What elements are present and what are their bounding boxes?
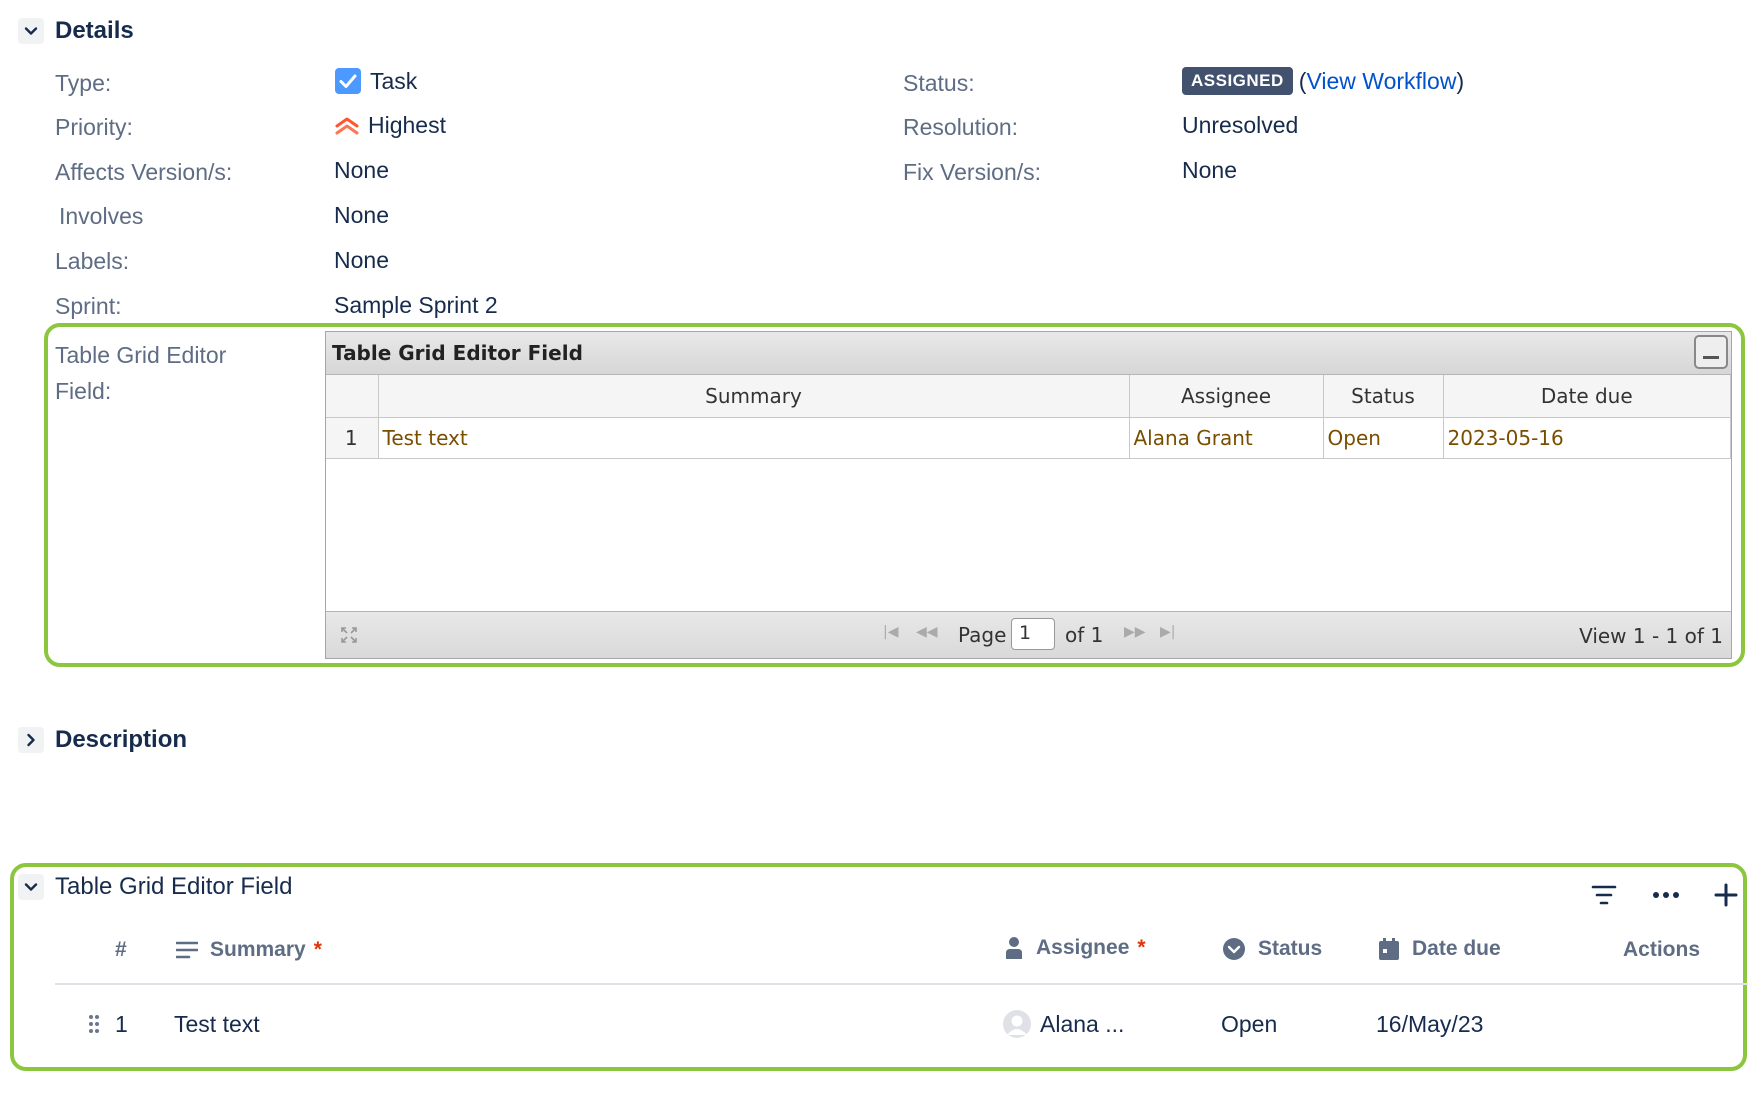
tge-section-title: Table Grid Editor Field — [55, 873, 293, 900]
minimize-grid-button[interactable] — [1694, 335, 1728, 369]
priority-value-text: Highest — [368, 112, 446, 138]
involves-value: None — [334, 202, 389, 228]
priority-label: Priority: — [55, 114, 133, 140]
workflow-paren-open: ( — [1298, 67, 1307, 94]
priority-value: Highest — [334, 112, 446, 139]
description-collapse-toggle[interactable] — [18, 727, 44, 753]
col-header-assignee[interactable]: Assignee — [1129, 375, 1324, 418]
chevron-right-icon — [27, 733, 35, 747]
page-total-label: of 1 — [1065, 623, 1104, 647]
legacy-grid-header-row: Summary Assignee Status Date due — [326, 375, 1731, 418]
chevron-down-icon — [24, 27, 38, 35]
fix-version-value: None — [1182, 157, 1237, 183]
status-value: ASSIGNED ( View Workflow ) — [1182, 67, 1464, 95]
tge-field-label: Table Grid Editor Field: — [55, 337, 226, 409]
col-header-date-due[interactable]: Date due — [1443, 375, 1731, 418]
details-title: Details — [55, 17, 134, 44]
next-page-icon[interactable]: ▶▶ — [1124, 624, 1146, 640]
assignee-header-text: Assignee — [1036, 936, 1130, 959]
description-title: Description — [55, 726, 188, 753]
col-header-hash: # — [115, 938, 127, 961]
col-header-date-modern[interactable]: Date due — [1378, 937, 1501, 961]
view-workflow-link[interactable]: View Workflow — [1306, 68, 1456, 95]
required-marker: * — [313, 938, 322, 961]
labels-value: None — [334, 247, 389, 273]
status-badge: ASSIGNED — [1182, 67, 1293, 95]
expand-icon[interactable] — [340, 626, 358, 644]
tge-collapse-toggle[interactable] — [18, 874, 44, 900]
sprint-label: Sprint: — [55, 293, 122, 319]
calendar-icon — [1379, 938, 1399, 960]
cell-status-modern[interactable]: Open — [1221, 1011, 1277, 1038]
type-label: Type: — [55, 70, 112, 96]
cell-status[interactable]: Open — [1323, 417, 1444, 459]
resolution-label: Resolution: — [903, 114, 1019, 140]
type-value: Task — [334, 67, 417, 95]
status-label: Status: — [903, 70, 975, 96]
type-value-text: Task — [370, 67, 418, 94]
legacy-grid-caption: Table Grid Editor Field — [326, 332, 1731, 375]
col-header-status[interactable]: Status — [1323, 375, 1444, 418]
add-row-icon[interactable] — [1714, 883, 1738, 907]
filter-icon[interactable] — [1591, 884, 1617, 906]
details-collapse-toggle[interactable] — [18, 18, 44, 44]
table-row[interactable]: 1 Test text Alana Grant Open 2023-05-16 — [326, 417, 1731, 459]
row-index: 1 — [115, 1011, 128, 1037]
header-divider — [55, 983, 1748, 985]
affects-version-value: None — [334, 157, 389, 183]
summary-header-text: Summary — [210, 938, 306, 961]
page-number-input[interactable]: 1 — [1011, 618, 1055, 650]
person-icon — [1006, 937, 1022, 959]
workflow-paren-close: ) — [1456, 67, 1465, 94]
status-chevron-icon — [1223, 938, 1245, 960]
prev-page-icon[interactable]: ◀◀ — [916, 624, 938, 640]
text-lines-icon — [176, 941, 198, 959]
task-checkbox-icon — [335, 68, 361, 94]
fix-version-label: Fix Version/s: — [903, 159, 1042, 185]
col-header-summary[interactable]: Summary — [378, 375, 1130, 418]
more-options-icon[interactable] — [1652, 890, 1680, 900]
col-header-status-modern[interactable]: Status — [1222, 937, 1322, 961]
cell-summary[interactable]: Test text — [378, 417, 1130, 459]
date-header-text: Date due — [1412, 937, 1501, 960]
resolution-value: Unresolved — [1182, 112, 1299, 138]
legacy-grid-caption-text: Table Grid Editor Field — [332, 341, 583, 365]
cell-summary-modern[interactable]: Test text — [174, 1011, 260, 1038]
view-range-label: View 1 - 1 of 1 — [1579, 624, 1723, 648]
involves-label: Involves — [59, 203, 144, 229]
assignee-name: Alana ... — [1040, 1010, 1125, 1037]
col-header-rownum — [326, 375, 379, 418]
labels-label: Labels: — [55, 248, 130, 274]
chevron-down-icon — [24, 883, 38, 891]
cell-date-due[interactable]: 2023-05-16 — [1443, 417, 1731, 459]
cell-assignee-modern[interactable]: Alana ... — [1002, 1009, 1124, 1039]
avatar — [1003, 1010, 1031, 1038]
row-number: 1 — [326, 417, 379, 459]
status-header-text: Status — [1258, 937, 1323, 960]
tge-field-label-line1: Table Grid Editor — [55, 342, 227, 368]
col-header-summary-modern[interactable]: Summary * — [176, 938, 322, 962]
drag-handle-icon[interactable] — [88, 1014, 100, 1034]
page-label: Page — [958, 623, 1007, 647]
required-marker: * — [1137, 936, 1146, 959]
sprint-value: Sample Sprint 2 — [334, 292, 498, 318]
priority-highest-icon — [335, 117, 359, 134]
tge-field-label-line2: Field: — [55, 378, 112, 404]
col-header-actions: Actions — [1623, 938, 1701, 961]
list-item[interactable]: 1 Test text Alana ... Open 16/May/23 — [55, 987, 1735, 1061]
col-header-assignee-modern[interactable]: Assignee * — [1004, 936, 1146, 960]
first-page-icon[interactable]: |◀ — [883, 624, 898, 640]
cell-date-modern[interactable]: 16/May/23 — [1376, 1011, 1483, 1038]
affects-version-label: Affects Version/s: — [55, 159, 233, 185]
cell-assignee[interactable]: Alana Grant — [1129, 417, 1324, 459]
legacy-grid-table: Summary Assignee Status Date due 1 Test … — [326, 375, 1731, 459]
last-page-icon[interactable]: ▶| — [1160, 624, 1175, 640]
legacy-grid: Table Grid Editor Field Summary Assignee… — [325, 331, 1732, 659]
grid-pager: |◀ ◀◀ Page 1 of 1 ▶▶ ▶| View 1 - 1 of 1 — [326, 611, 1731, 658]
